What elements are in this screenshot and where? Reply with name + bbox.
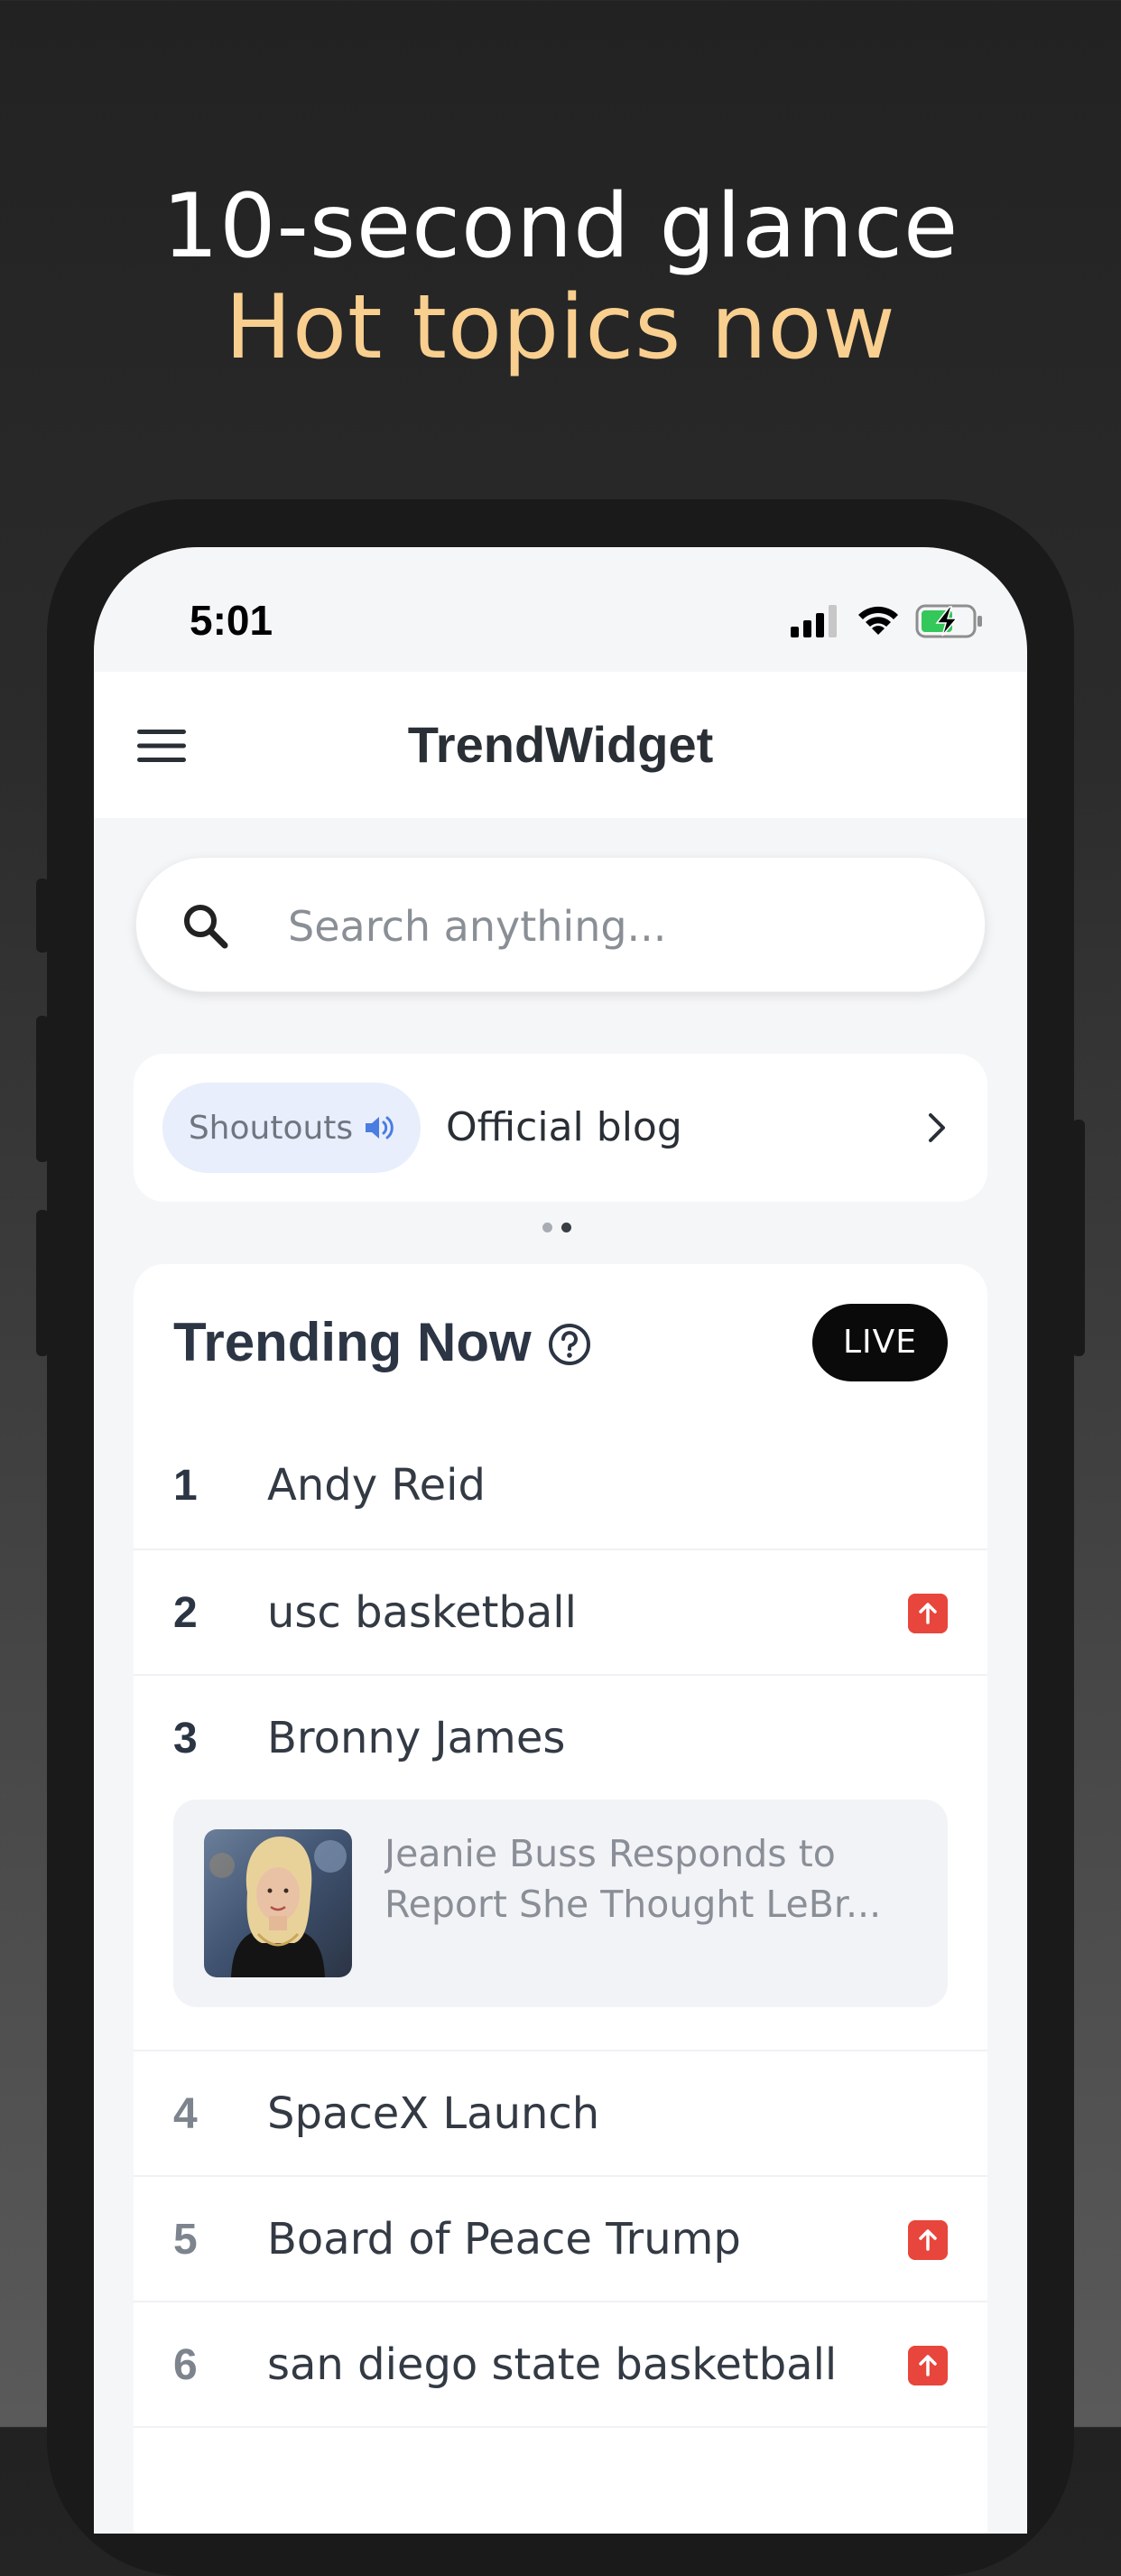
trend-topic: Board of Peace Trump <box>267 2214 741 2264</box>
rising-arrow-icon <box>908 2220 948 2260</box>
trend-row-partial <box>134 2426 987 2534</box>
trend-row[interactable]: 5 Board of Peace Trump <box>134 2175 987 2302</box>
shoutout-pill: Shoutouts <box>162 1083 421 1173</box>
trend-row[interactable]: 3 Bronny James <box>134 1674 987 1801</box>
trend-rank: 2 <box>173 1589 198 1637</box>
hero-line-1: 10-second glance <box>162 175 959 278</box>
news-headline: Jeanie Buss Responds to Report She Thoug… <box>384 1828 917 1930</box>
phone-screen: 5:01 TrendWidget Search anything... Shou… <box>94 547 1027 2534</box>
rising-arrow-icon <box>908 1594 948 1633</box>
phone-volume-down <box>36 1210 49 1356</box>
trending-card: Trending Now LIVE 1 Andy Reid 2 usc bask… <box>134 1264 987 2534</box>
pager-dot-active[interactable] <box>561 1223 571 1232</box>
trend-topic: Andy Reid <box>267 1460 486 1511</box>
phone-power-button <box>1072 1120 1085 1356</box>
trend-row[interactable]: 4 SpaceX Launch <box>134 2050 987 2177</box>
pager-dot[interactable] <box>542 1223 552 1232</box>
search-bar[interactable] <box>135 857 986 992</box>
shoutout-link-text: Official blog <box>446 1104 682 1150</box>
trend-rank: 1 <box>173 1462 198 1510</box>
trend-topic: Bronny James <box>267 1713 566 1763</box>
hero-headline: 10-second glance Hot topics now <box>0 176 1121 378</box>
trend-rank: 3 <box>173 1715 198 1762</box>
phone-volume-up <box>36 1016 49 1162</box>
news-headline-line-2: Report She Thought LeBr... <box>384 1883 882 1926</box>
app-title: TrendWidget <box>407 716 714 773</box>
chevron-right-icon <box>929 1113 945 1142</box>
shoutout-pager <box>542 1223 571 1232</box>
cellular-signal-icon <box>791 605 837 637</box>
search-icon <box>184 905 228 949</box>
rising-arrow-icon <box>908 2346 948 2385</box>
trend-topic: usc basketball <box>267 1587 577 1638</box>
trend-rank: 4 <box>173 2090 198 2138</box>
trend-rank: 6 <box>173 2341 198 2389</box>
phone-mute-switch <box>36 879 49 953</box>
app-bar: TrendWidget <box>94 672 1027 818</box>
shoutout-pill-label: Shoutouts <box>188 1109 354 1147</box>
hero-line-2: Hot topics now <box>225 276 896 379</box>
related-news-card[interactable]: Jeanie Buss Responds to Report She Thoug… <box>173 1799 948 2007</box>
status-icons <box>791 601 984 641</box>
shoutout-card[interactable]: Shoutouts Official blog <box>134 1054 987 1202</box>
hamburger-menu-icon[interactable] <box>137 726 186 766</box>
trending-title: Trending Now <box>173 1312 532 1372</box>
trend-row[interactable]: 2 usc basketball <box>134 1548 987 1676</box>
trend-topic: SpaceX Launch <box>267 2088 600 2139</box>
news-thumbnail <box>204 1829 352 1977</box>
news-headline-line-1: Jeanie Buss Responds to <box>384 1832 836 1875</box>
status-time: 5:01 <box>190 597 273 644</box>
help-circle-icon[interactable] <box>547 1322 592 1367</box>
trend-topic: san diego state basketball <box>267 2339 838 2390</box>
live-badge: LIVE <box>812 1304 948 1381</box>
speaker-icon <box>366 1116 394 1139</box>
battery-charging-icon <box>915 604 982 638</box>
status-bar: 5:01 <box>94 547 1027 672</box>
trend-row[interactable]: 6 san diego state basketball <box>134 2301 987 2428</box>
trend-rank: 5 <box>173 2216 198 2264</box>
search-input[interactable] <box>286 885 940 968</box>
trending-header: Trending Now LIVE <box>134 1264 987 1423</box>
wifi-icon <box>858 606 898 635</box>
trend-row[interactable]: 1 Andy Reid <box>134 1423 987 1548</box>
